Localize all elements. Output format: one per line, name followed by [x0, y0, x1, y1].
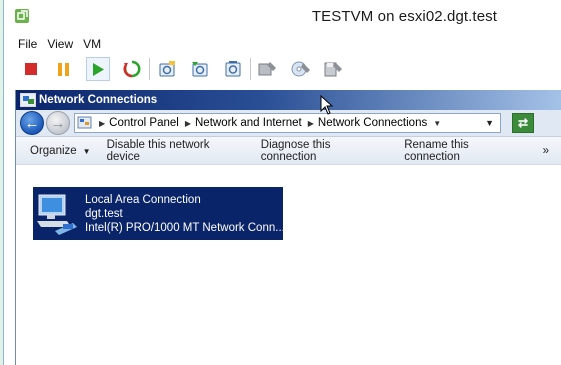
rename-connection-button[interactable]: Rename this connection	[404, 139, 526, 163]
suspend-button[interactable]	[53, 58, 75, 80]
refresh-icon: ⇄	[517, 116, 529, 130]
organize-label: Organize	[30, 144, 77, 157]
organize-button[interactable]: Organize ▼	[30, 145, 91, 157]
back-button[interactable]: ←	[20, 111, 44, 135]
address-row: ← → ▶ Control Panel ▶ Network and Intern…	[16, 110, 561, 137]
connect-floppy-button[interactable]	[323, 58, 345, 80]
network-connections-icon	[20, 93, 36, 107]
revert-snapshot-icon	[192, 62, 208, 77]
toolbar-separator	[250, 58, 251, 80]
vm-window-title: TESTVM on esxi02.dgt.test	[311, 8, 497, 25]
vm-settings-icon	[258, 62, 276, 76]
vm-toolbar	[4, 54, 561, 84]
breadcrumb-control-panel[interactable]: Control Panel	[109, 117, 179, 129]
vm-console-window: TESTVM on esxi02.dgt.test File View VM N…	[3, 0, 561, 365]
adapter-name: Local Area Connection	[85, 194, 201, 206]
diagnose-connection-button[interactable]: Diagnose this connection	[261, 139, 388, 163]
vm-settings-button[interactable]	[257, 58, 279, 80]
menu-view[interactable]: View	[47, 37, 73, 51]
reset-button[interactable]	[121, 58, 143, 80]
breadcrumb-separator-icon: ▶	[99, 118, 106, 128]
toolbar-separator	[149, 58, 150, 80]
forward-button[interactable]: →	[46, 111, 70, 135]
reset-icon	[123, 60, 141, 78]
guest-window-title: Network Connections	[39, 94, 158, 106]
refresh-button[interactable]: ⇄	[512, 113, 534, 133]
connect-cd-icon	[291, 61, 310, 77]
guest-titlebar[interactable]: Network Connections	[16, 90, 561, 110]
power-on-button[interactable]	[86, 57, 110, 81]
address-history-dropdown-icon[interactable]: ▼	[485, 118, 494, 128]
connect-cd-button[interactable]	[290, 58, 312, 80]
arrow-right-icon: →	[50, 114, 66, 132]
chevron-down-icon: ▼	[82, 146, 91, 156]
take-snapshot-button[interactable]	[156, 58, 178, 80]
vm-titlebar[interactable]: TESTVM on esxi02.dgt.test	[4, 0, 561, 34]
connections-list: Local Area Connection dgt.test Intel(R) …	[16, 183, 561, 365]
stop-icon	[25, 63, 37, 75]
command-bar: Organize ▼ Disable this network device Di…	[16, 137, 561, 165]
menu-file[interactable]: File	[18, 37, 37, 51]
adapter-device: Intel(R) PRO/1000 MT Network Conn...	[85, 222, 285, 234]
breadcrumb-separator-icon: ▶	[184, 118, 191, 128]
more-commands-button[interactable]: »	[543, 145, 549, 157]
disable-device-button[interactable]: Disable this network device	[107, 139, 245, 163]
breadcrumb-separator-icon: ▶	[307, 118, 314, 128]
breadcrumb-dropdown-icon[interactable]: ▼	[433, 119, 441, 128]
adapter-details: Local Area Connection dgt.test Intel(R) …	[81, 187, 285, 240]
network-connections-window: Network Connections ← → ▶ Control Panel …	[15, 90, 561, 365]
snapshot-manager-button[interactable]	[222, 58, 244, 80]
breadcrumb-network-connections[interactable]: Network Connections	[318, 117, 427, 129]
menu-vm[interactable]: VM	[83, 37, 101, 51]
arrow-left-icon: ←	[24, 114, 40, 132]
connect-floppy-icon	[324, 62, 342, 77]
snapshot-icon	[159, 61, 175, 77]
network-adapter-icon	[37, 194, 77, 235]
power-off-button[interactable]	[20, 58, 42, 80]
play-icon	[92, 62, 104, 76]
mouse-cursor-icon	[320, 95, 334, 115]
adapter-network: dgt.test	[85, 208, 123, 220]
revert-snapshot-button[interactable]	[189, 58, 211, 80]
vm-menubar: File View VM	[4, 34, 561, 54]
snapshot-manager-icon	[225, 61, 241, 77]
list-item-local-area-connection[interactable]: Local Area Connection dgt.test Intel(R) …	[33, 187, 285, 240]
breadcrumb-network-and-internet[interactable]: Network and Internet	[195, 117, 302, 129]
address-bar[interactable]: ▶ Control Panel ▶ Network and Internet ▶…	[74, 113, 501, 133]
pause-icon	[58, 62, 69, 76]
control-panel-icon	[77, 116, 92, 129]
